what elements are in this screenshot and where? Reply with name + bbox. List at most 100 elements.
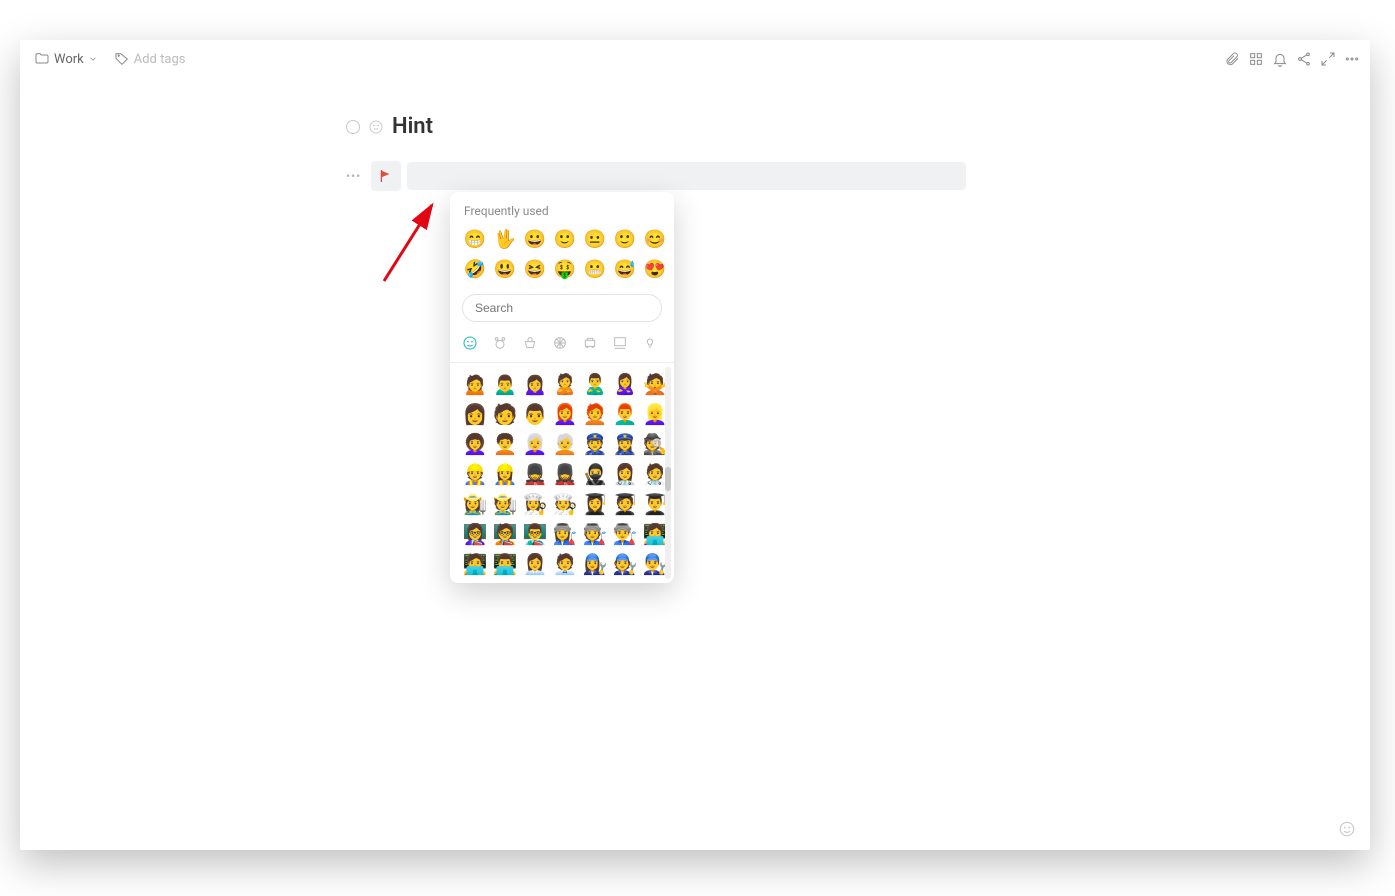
emoji-cell[interactable]: 🧑‍🦳 — [552, 431, 578, 457]
emoji-cell[interactable]: 👩‍🔬 — [462, 581, 488, 583]
emoji-cell[interactable]: 🧑‍🎓 — [612, 491, 638, 517]
emoji-cell[interactable]: 👩‍🎓 — [582, 491, 608, 517]
emoji-cell[interactable]: 👨 — [522, 401, 548, 427]
emoji-cell[interactable]: 🙎‍♀️ — [612, 371, 638, 397]
task-complete-circle[interactable] — [346, 120, 360, 134]
people-emoji-grid: 🙍🙍‍♂️🙍‍♀️🙎🙎‍♂️🙎‍♀️🙅👩🧑👨👩‍🦰🧑‍🦰👨‍🦰👱‍♀️👩‍🦱🧑‍… — [450, 363, 674, 583]
emoji-cell[interactable]: 🧑‍🎨 — [612, 581, 638, 583]
emoji-picker: Frequently used 😁🖖😀🙂😐🙂😊🤣😃😆🤑😬😅😍 — [450, 192, 674, 583]
emoji-cell[interactable]: 🙎‍♂️ — [582, 371, 608, 397]
task-emoji-icon[interactable] — [368, 119, 384, 135]
emoji-scrollbar-thumb[interactable] — [665, 467, 671, 491]
page-title[interactable]: Hint — [392, 114, 433, 139]
subtask-input[interactable] — [407, 162, 966, 190]
emoji-cell[interactable]: 😁 — [462, 226, 488, 252]
emoji-cell[interactable]: 🧑‍🌾 — [492, 491, 518, 517]
emoji-cell[interactable]: 🙎 — [552, 371, 578, 397]
emoji-cell[interactable]: 😐 — [582, 226, 608, 252]
emoji-cell[interactable]: 🙍‍♀️ — [522, 371, 548, 397]
emoji-cell[interactable]: 😍 — [642, 256, 668, 282]
emoji-cell[interactable]: 👩‍🏫 — [462, 521, 488, 547]
emoji-cell[interactable]: 🧑‍💻 — [462, 551, 488, 577]
emoji-cell[interactable]: 👨‍🎨 — [642, 581, 668, 583]
emoji-cell[interactable]: 😆 — [522, 256, 548, 282]
grid-icon[interactable] — [1248, 51, 1264, 67]
emoji-cell[interactable]: 👮 — [582, 431, 608, 457]
cat-tab-food[interactable] — [522, 334, 538, 352]
folder-label: Work — [54, 52, 84, 67]
emoji-scrollbar[interactable] — [665, 367, 671, 579]
emoji-cell[interactable]: 👩 — [462, 401, 488, 427]
emoji-cell[interactable]: 😅 — [612, 256, 638, 282]
emoji-cell[interactable]: 🧑‍💼 — [552, 551, 578, 577]
emoji-cell[interactable]: 🧑‍🔧 — [612, 551, 638, 577]
emoji-cell[interactable]: 😃 — [492, 256, 518, 282]
emoji-cell[interactable]: 👷 — [462, 461, 488, 487]
emoji-cell[interactable]: 🧑‍🍳 — [552, 491, 578, 517]
folder-selector[interactable]: Work — [30, 49, 102, 69]
emoji-cell[interactable]: 👨‍🦰 — [612, 401, 638, 427]
emoji-cell[interactable]: 👷‍♀️ — [492, 461, 518, 487]
emoji-cell[interactable]: 😊 — [642, 226, 668, 252]
emoji-cell[interactable]: 👩‍⚕️ — [612, 461, 638, 487]
attach-icon[interactable] — [1224, 51, 1240, 67]
emoji-cell[interactable]: 🧑‍🏭 — [582, 521, 608, 547]
emoji-cell[interactable]: 👩‍🌾 — [462, 491, 488, 517]
emoji-search-input[interactable] — [462, 294, 662, 322]
emoji-cell[interactable]: 🙂 — [552, 226, 578, 252]
subtask-row: ••• — [346, 161, 966, 191]
expand-icon[interactable] — [1320, 51, 1336, 67]
annotation-arrow — [378, 195, 448, 285]
emoji-cell[interactable]: 👩‍🏭 — [552, 521, 578, 547]
emoji-cell[interactable]: 👩‍🦱 — [462, 431, 488, 457]
drag-handle-icon[interactable]: ••• — [346, 169, 365, 183]
frequent-emoji-grid: 😁🖖😀🙂😐🙂😊🤣😃😆🤑😬😅😍 — [450, 226, 674, 282]
emoji-cell[interactable]: 🧑‍🦱 — [492, 431, 518, 457]
footer-emoji-icon[interactable] — [1338, 820, 1356, 838]
add-tags-button[interactable]: Add tags — [110, 49, 190, 69]
emoji-cell[interactable]: 😀 — [522, 226, 548, 252]
top-bar: Work Add tags — [20, 40, 1370, 74]
emoji-cell[interactable]: 💂 — [522, 461, 548, 487]
emoji-cell[interactable]: 👩‍🎤 — [522, 581, 548, 583]
cat-tab-smileys[interactable] — [462, 334, 478, 352]
emoji-cell[interactable]: 🧑 — [492, 401, 518, 427]
emoji-cell[interactable]: 👩‍🍳 — [522, 491, 548, 517]
emoji-cell[interactable]: 👩‍🎨 — [582, 581, 608, 583]
chevron-down-icon — [88, 54, 98, 64]
emoji-cell[interactable]: 💂‍♀️ — [552, 461, 578, 487]
emoji-cell[interactable]: 🥷 — [582, 461, 608, 487]
emoji-cell[interactable]: 🙍‍♂️ — [492, 371, 518, 397]
emoji-cell[interactable]: 👩‍🦰 — [552, 401, 578, 427]
share-icon[interactable] — [1296, 51, 1312, 67]
more-icon[interactable] — [1344, 51, 1360, 67]
emoji-cell[interactable]: 👨‍🏫 — [522, 521, 548, 547]
tag-icon — [114, 51, 130, 67]
emoji-cell[interactable]: 👮‍♀️ — [612, 431, 638, 457]
folder-icon — [34, 51, 50, 67]
bell-icon[interactable] — [1272, 51, 1288, 67]
emoji-cell[interactable]: 👩‍💼 — [522, 551, 548, 577]
subtask-flag-button[interactable] — [371, 161, 401, 191]
emoji-cell[interactable]: 👨‍💻 — [492, 551, 518, 577]
cat-tab-activity[interactable] — [552, 334, 568, 352]
emoji-cell[interactable]: 🧑‍🔬 — [492, 581, 518, 583]
emoji-cell[interactable]: 🧑‍🎤 — [552, 581, 578, 583]
cat-tab-travel[interactable] — [582, 334, 598, 352]
emoji-cell[interactable]: 😬 — [582, 256, 608, 282]
emoji-cell[interactable]: 🧑‍🦰 — [582, 401, 608, 427]
emoji-cell[interactable]: 🙍 — [462, 371, 488, 397]
emoji-cell[interactable]: 👩‍🔧 — [582, 551, 608, 577]
emoji-cell[interactable]: 🙂 — [612, 226, 638, 252]
emoji-cell[interactable]: 🤑 — [552, 256, 578, 282]
emoji-cell[interactable]: 👨‍🏭 — [612, 521, 638, 547]
cat-tab-animals[interactable] — [492, 334, 508, 352]
emoji-cell[interactable]: 🤣 — [462, 256, 488, 282]
emoji-category-tabs — [450, 330, 674, 363]
cat-tab-objects[interactable] — [612, 334, 628, 352]
emoji-cell[interactable]: 👩‍🦳 — [522, 431, 548, 457]
cat-tab-flags[interactable] — [672, 334, 674, 352]
emoji-cell[interactable]: 🧑‍🏫 — [492, 521, 518, 547]
emoji-cell[interactable]: 🖖 — [492, 226, 518, 252]
cat-tab-symbols[interactable] — [642, 334, 658, 352]
